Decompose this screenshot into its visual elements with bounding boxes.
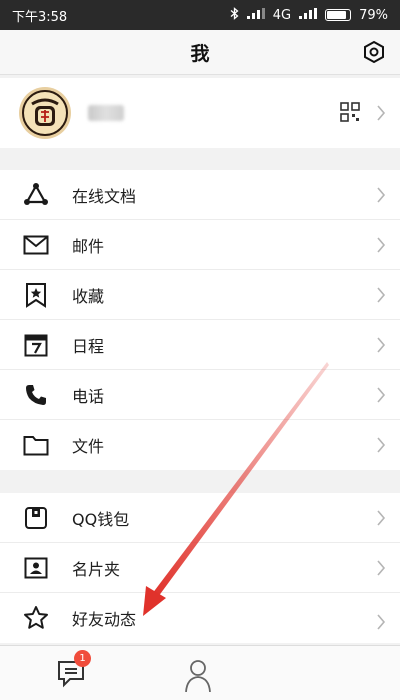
calendar-icon [22,331,50,359]
menu-item-label: 收藏 [72,286,105,306]
menu-item-label: 文件 [72,437,105,456]
card-holder-icon [22,554,50,582]
network-type: 4G [272,7,292,23]
wallet-icon [22,504,50,532]
menu-item-online-doc[interactable]: 在线文档 [0,170,400,220]
settings-button[interactable] [362,40,386,64]
menu-group-1: 在线文档 邮件 收藏 日程 电话 文件 [0,170,400,470]
menu-group-2: QQ钱包 名片夹 好友动态 [0,493,400,643]
battery-icon [325,9,352,21]
chevron-right-icon [377,437,386,453]
chevron-right-icon [377,510,386,526]
star-icon [22,604,50,632]
bluetooth-icon [230,6,239,24]
menu-item-schedule[interactable]: 日程 [0,320,400,370]
profile-row[interactable] [0,78,400,148]
menu-item-friend-feed[interactable]: 好友动态 [0,593,400,643]
menu-item-label: 邮件 [72,236,105,256]
menu-item-phone[interactable]: 电话 [0,370,400,420]
chevron-right-icon [377,187,386,203]
settings-icon [364,40,384,64]
menu-item-files[interactable]: 文件 [0,420,400,470]
status-time: 下午3:58 [12,9,68,25]
menu-item-label: 电话 [72,386,105,406]
qr-code-icon [340,102,360,122]
chevron-right-icon [377,337,386,353]
chevron-right-icon [377,614,386,630]
chevron-right-icon [377,560,386,576]
battery-percent: 79% [359,7,388,23]
page-title: 我 [190,42,210,65]
chevron-right-icon [377,105,386,121]
qr-code-button[interactable] [340,102,360,122]
tab-contacts[interactable] [184,658,216,693]
folder-icon [22,431,50,459]
status-indicators: 4G 79% [230,6,388,24]
messages-badge: 1 [74,650,91,667]
menu-item-card-holder[interactable]: 名片夹 [0,543,400,593]
status-bar: 下午3:58 4G 79% [0,0,400,30]
mail-icon [22,231,50,259]
bottom-tab-bar: 1 [0,645,400,700]
menu-item-label: 在线文档 [72,186,137,206]
signal-icon [246,7,265,23]
avatar [19,87,71,139]
menu-item-label: QQ钱包 [72,509,130,529]
online-doc-icon [22,181,50,209]
menu-item-label: 好友动态 [72,610,137,629]
chevron-right-icon [377,287,386,303]
contacts-icon [185,660,211,693]
menu-item-favorites[interactable]: 收藏 [0,270,400,320]
chevron-right-icon [377,237,386,253]
username-blurred [88,105,124,121]
chevron-right-icon [377,387,386,403]
menu-item-label: 日程 [72,336,105,356]
bookmark-star-icon [22,281,50,309]
menu-item-qq-wallet[interactable]: QQ钱包 [0,493,400,543]
phone-icon [22,381,50,409]
menu-item-label: 名片夹 [72,559,121,579]
signal-icon-2 [299,7,318,23]
menu-item-mail[interactable]: 邮件 [0,220,400,270]
app-header: 我 [0,30,400,75]
